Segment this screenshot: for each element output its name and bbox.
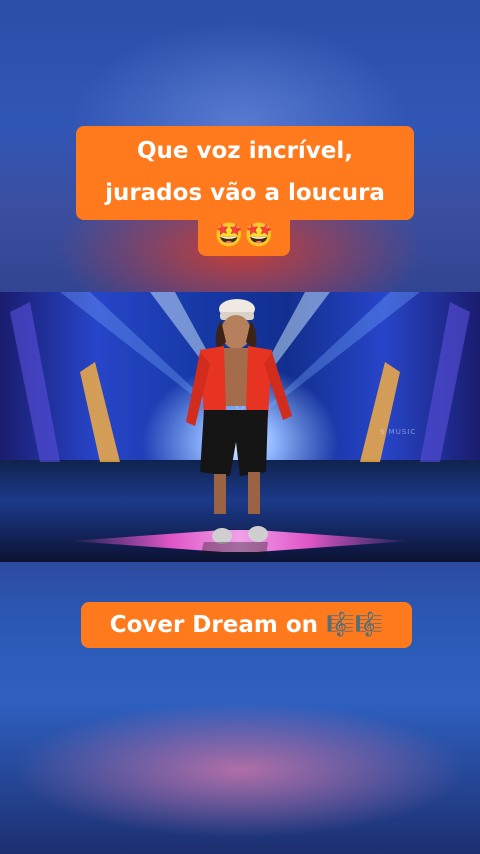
top-caption-emoji: 🤩🤩 [198,216,290,256]
video-frame[interactable]: S MUSIC [0,292,480,562]
top-caption-line-2: jurados vão a loucura [105,180,385,206]
top-caption-line-1: Que voz incrível, [136,138,354,164]
performer [186,299,292,556]
bottom-caption: Cover Dream on 🎼🎼 [81,602,412,648]
video-watermark: S MUSIC [380,428,417,436]
top-caption: Que voz incrível, jurados vão a loucura [76,126,414,220]
